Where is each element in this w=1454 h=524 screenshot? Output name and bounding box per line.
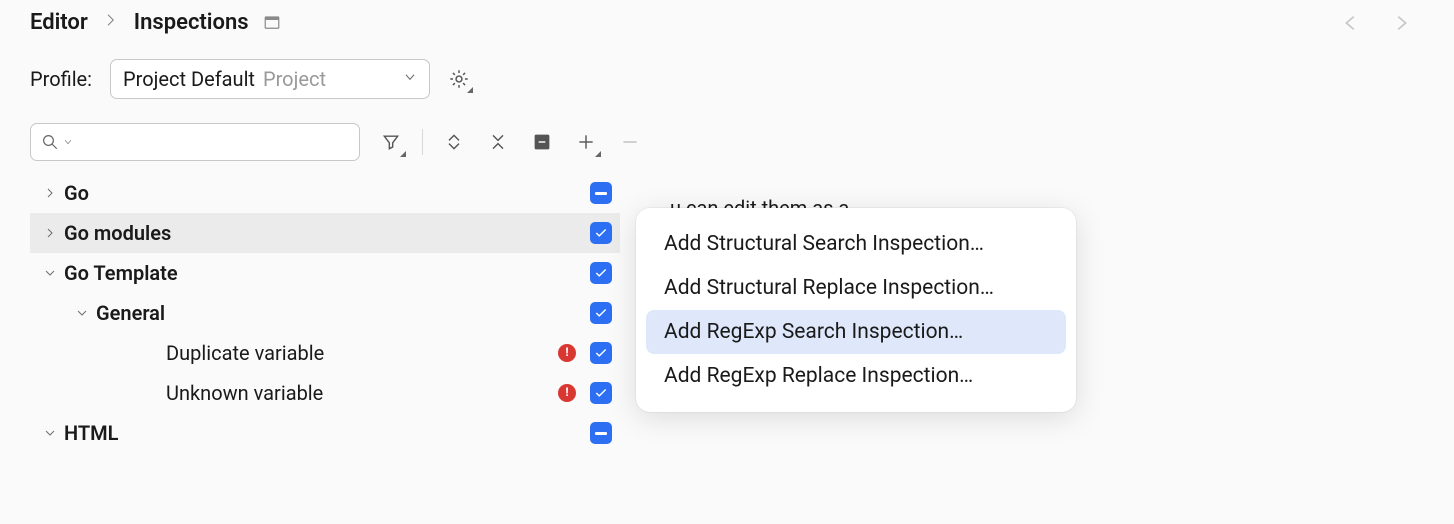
tree-row-label: Go modules	[64, 221, 171, 245]
popup-item[interactable]: Add RegExp Search Inspection…	[646, 310, 1066, 354]
inspection-tree[interactable]: Go Go modules Go Template GeneralDuplicate …	[30, 173, 620, 453]
toolbar	[0, 113, 1454, 169]
tree-row-label: General	[96, 301, 165, 325]
tree-row[interactable]: Go modules	[30, 213, 620, 253]
dropdown-indicator-icon	[595, 151, 601, 157]
profile-select[interactable]: Project Default Project	[110, 59, 430, 99]
profile-label: Profile:	[30, 67, 92, 91]
chevron-down-icon	[403, 70, 417, 88]
expand-all-icon[interactable]	[441, 129, 467, 155]
dropdown-indicator-icon	[467, 87, 473, 93]
tree-row[interactable]: Go	[30, 173, 620, 213]
add-inspection-popup: Add Structural Search Inspection…Add Str…	[636, 208, 1076, 412]
checkbox-checked[interactable]	[590, 262, 612, 284]
chevron-down-icon[interactable]	[42, 265, 58, 281]
filter-icon[interactable]	[378, 129, 404, 155]
tree-row[interactable]: Unknown variable	[30, 373, 620, 413]
search-icon	[41, 133, 59, 151]
chevron-right-icon[interactable]	[42, 225, 58, 241]
checkbox-checked[interactable]	[590, 302, 612, 324]
tree-row-label: Unknown variable	[166, 381, 323, 405]
tree-row[interactable]: General	[30, 293, 620, 333]
breadcrumb-editor[interactable]: Editor	[30, 10, 88, 35]
reset-to-default-icon[interactable]	[529, 129, 555, 155]
divider	[422, 129, 423, 155]
add-inspection-icon[interactable]	[573, 129, 599, 155]
breadcrumb: Editor Inspections	[0, 0, 1454, 53]
tree-row-label: Duplicate variable	[166, 341, 324, 365]
collapse-all-icon[interactable]	[485, 129, 511, 155]
search-field[interactable]	[79, 131, 349, 154]
checkbox-indeterminate[interactable]	[590, 182, 612, 204]
checkbox-checked[interactable]	[590, 382, 612, 404]
show-in-window-icon[interactable]	[263, 14, 281, 32]
checkbox-indeterminate[interactable]	[590, 422, 612, 444]
chevron-down-icon[interactable]	[74, 305, 90, 321]
popup-item[interactable]: Add Structural Replace Inspection…	[646, 266, 1066, 310]
arrow-placeholder	[144, 345, 160, 361]
breadcrumb-nav	[1340, 12, 1434, 34]
tree-row[interactable]: Go Template	[30, 253, 620, 293]
chevron-down-icon[interactable]	[42, 425, 58, 441]
arrow-placeholder	[144, 385, 160, 401]
error-severity-icon	[558, 344, 576, 362]
nav-forward-icon[interactable]	[1390, 12, 1412, 34]
tree-row[interactable]: Duplicate variable	[30, 333, 620, 373]
tree-row[interactable]: HTML	[30, 413, 620, 453]
popup-item[interactable]: Add Structural Search Inspection…	[646, 222, 1066, 266]
dropdown-indicator-icon	[400, 151, 406, 157]
tree-row-label: Go Template	[64, 261, 178, 285]
remove-inspection-icon[interactable]	[617, 129, 643, 155]
search-input[interactable]	[30, 123, 360, 161]
breadcrumb-separator-icon	[102, 11, 120, 34]
checkbox-checked[interactable]	[590, 342, 612, 364]
popup-item[interactable]: Add RegExp Replace Inspection…	[646, 354, 1066, 398]
breadcrumb-inspections[interactable]: Inspections	[134, 10, 249, 35]
chevron-right-icon[interactable]	[42, 185, 58, 201]
error-severity-icon	[558, 384, 576, 402]
profile-gear-icon[interactable]	[448, 68, 470, 90]
tree-row-label: HTML	[64, 421, 118, 445]
checkbox-checked[interactable]	[590, 222, 612, 244]
profile-row: Profile: Project Default Project	[0, 53, 1454, 113]
search-history-icon[interactable]	[63, 137, 73, 147]
tree-row-label: Go	[64, 181, 89, 205]
profile-select-scope: Project	[263, 67, 395, 91]
nav-back-icon[interactable]	[1340, 12, 1362, 34]
profile-select-value: Project Default	[123, 67, 255, 91]
